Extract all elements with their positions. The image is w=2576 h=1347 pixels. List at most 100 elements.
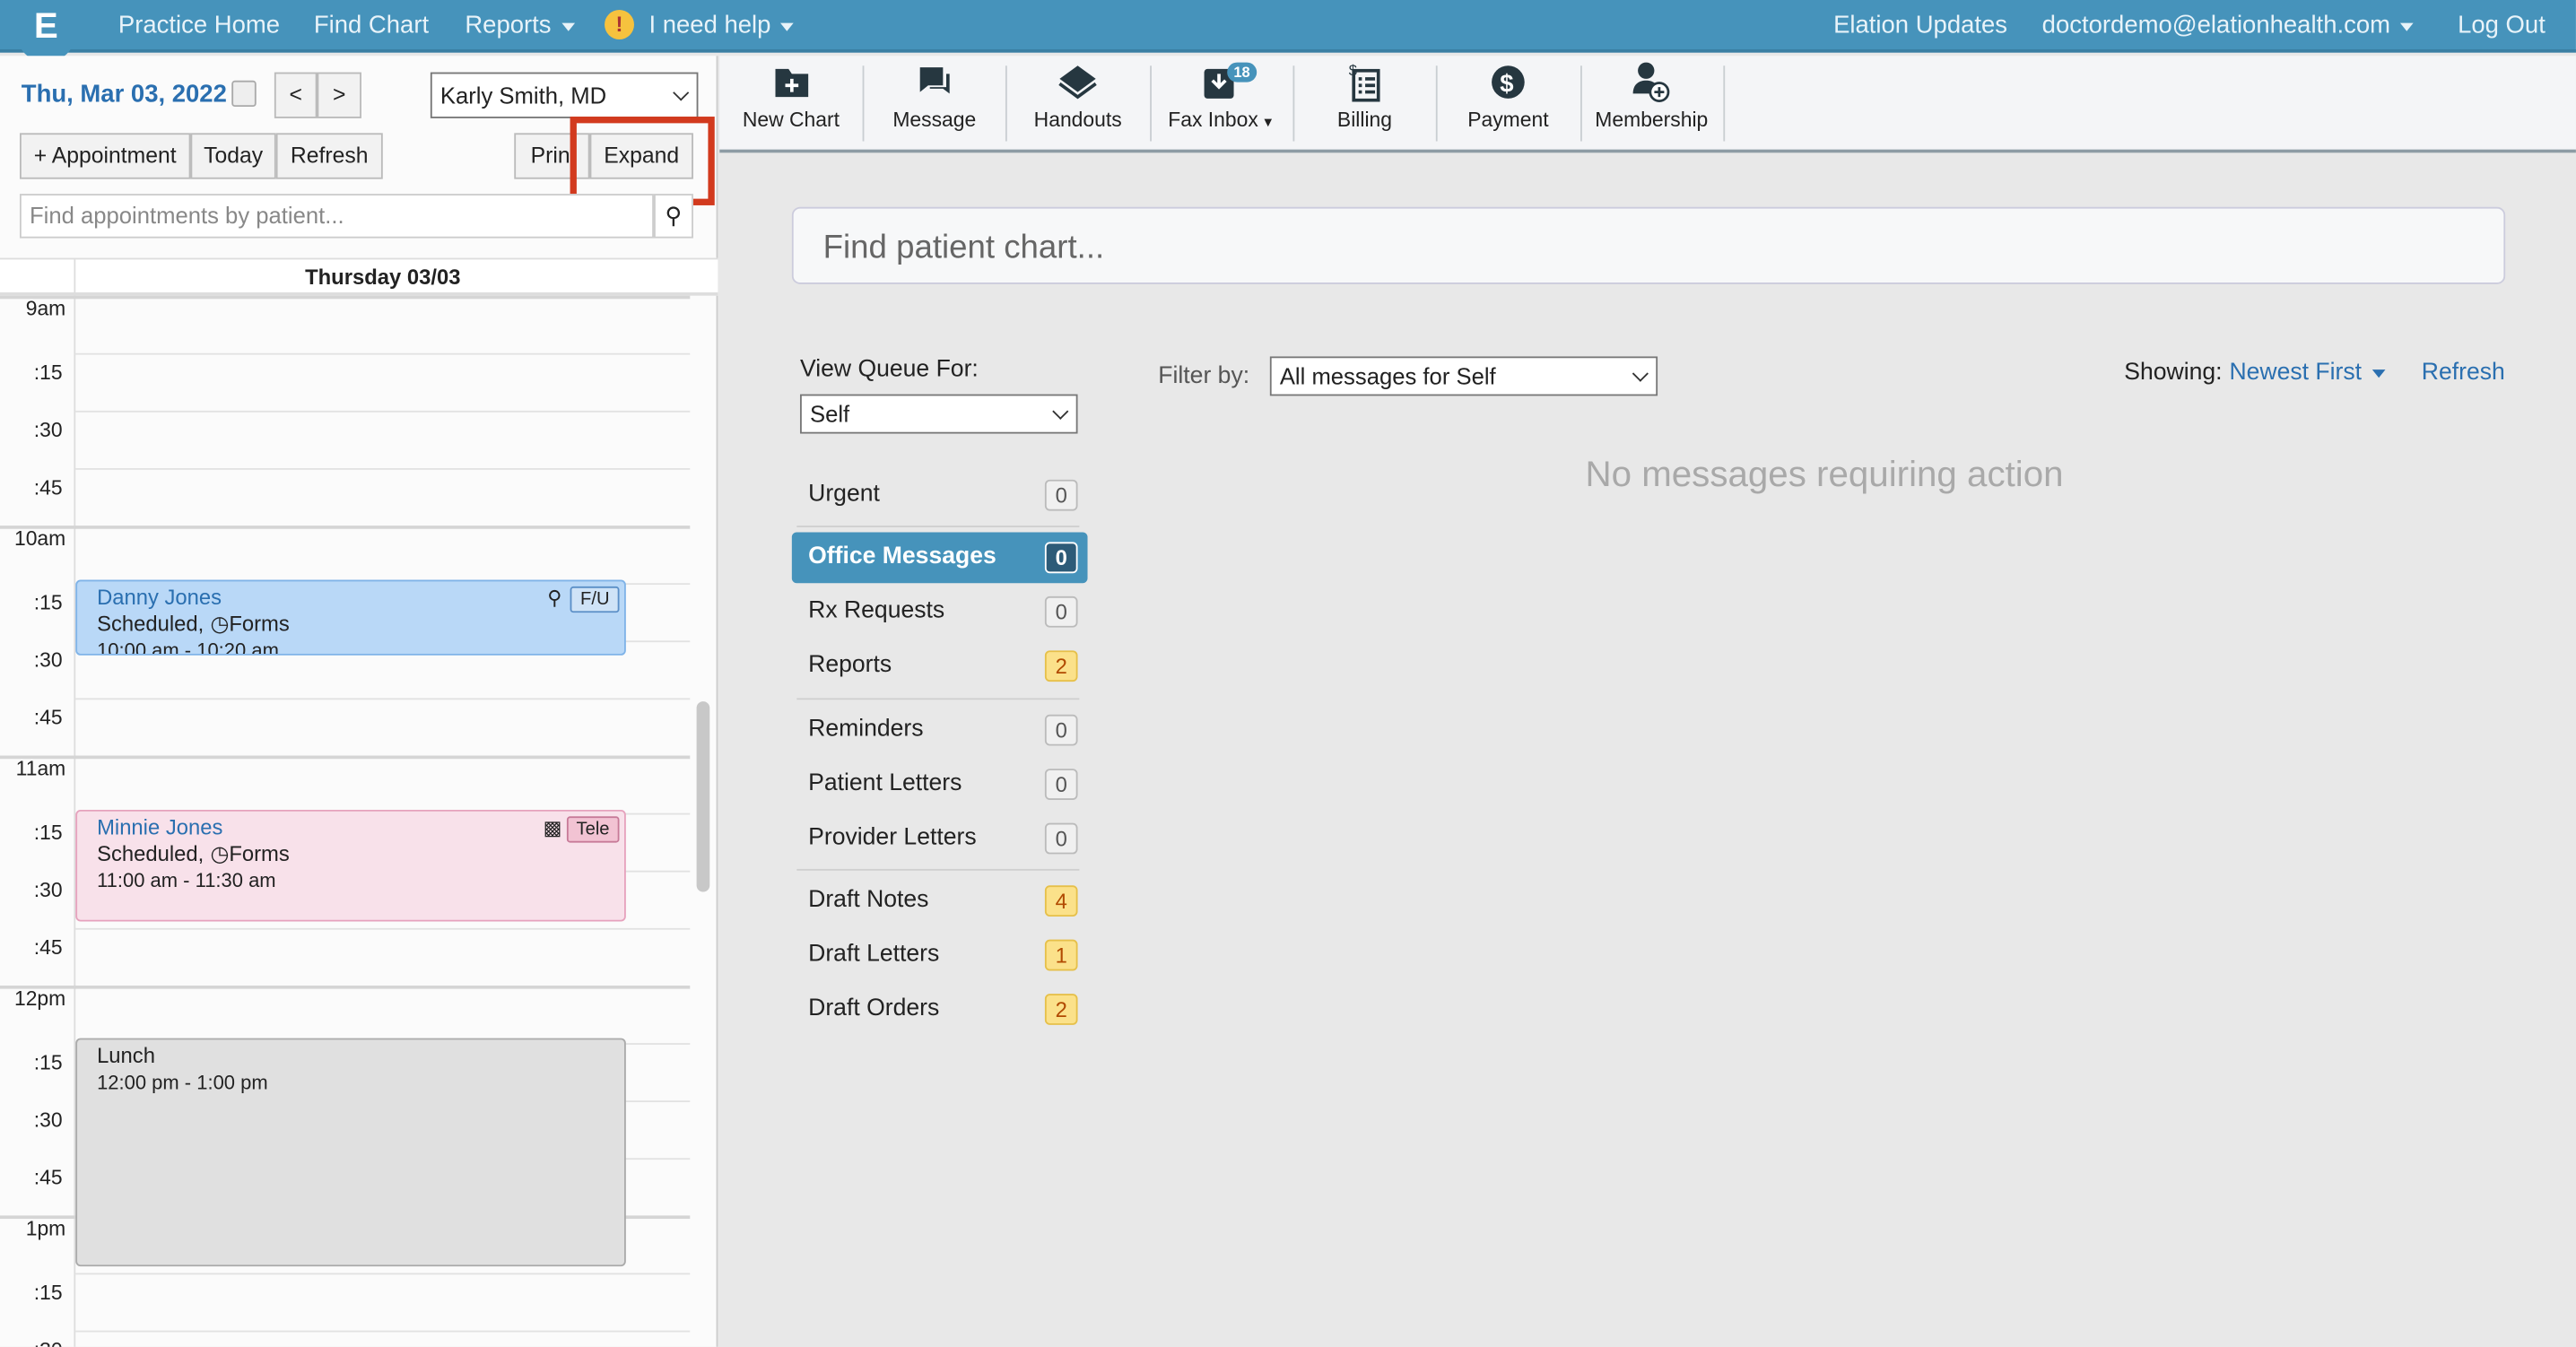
queue-item[interactable]: Draft Letters 1 bbox=[792, 932, 1088, 978]
time-label: :30 bbox=[33, 419, 63, 442]
queue-divider bbox=[796, 868, 1080, 871]
scrollbar-thumb[interactable] bbox=[696, 701, 710, 892]
nav-account[interactable]: doctordemo@elationhealth.com bbox=[2042, 12, 2414, 39]
time-label: 1pm bbox=[25, 1217, 66, 1240]
caret-down-icon bbox=[780, 22, 795, 30]
time-label: :15 bbox=[33, 821, 63, 845]
nav-help-label: I need help bbox=[648, 11, 771, 39]
clock-icon: ◷ bbox=[210, 840, 230, 866]
appointment-patient-name[interactable]: Minnie Jones bbox=[97, 814, 605, 840]
queue-divider bbox=[796, 698, 1080, 700]
time-slot-line bbox=[0, 295, 691, 300]
add-appointment-button[interactable]: + Appointment bbox=[19, 133, 191, 179]
appointment-card[interactable]: Lunch 12:00 pm - 1:00 pm bbox=[75, 1038, 626, 1267]
fax-inbox-icon bbox=[1150, 56, 1292, 109]
queue-item[interactable]: Patient Letters 0 bbox=[792, 760, 1088, 806]
membership-button[interactable]: Membership bbox=[1580, 56, 1723, 141]
time-slot-line bbox=[75, 1273, 691, 1275]
nav-reports-label: Reports bbox=[465, 11, 552, 39]
message-button[interactable]: Message bbox=[863, 56, 1005, 141]
queue-item[interactable]: Reports 2 bbox=[792, 642, 1088, 688]
calendar-icon[interactable] bbox=[231, 80, 257, 108]
nav-help[interactable]: I need help bbox=[648, 11, 795, 39]
time-label: :30 bbox=[0, 1339, 63, 1347]
nav-updates[interactable]: Elation Updates bbox=[1833, 12, 2007, 39]
time-grid: 9am:15:30:45 10am:15:30:45 11am:15:30:45 12… bbox=[0, 295, 718, 1347]
queue-item[interactable]: Reminders 0 bbox=[792, 707, 1088, 752]
appointment-patient-name: Lunch bbox=[97, 1043, 155, 1068]
main-toolbar: New Chart Message Handouts Fax Inbox ▼ 18 $ Bil… bbox=[719, 56, 2576, 153]
queue-count-badge: 0 bbox=[1044, 822, 1078, 855]
time-label: :15 bbox=[33, 361, 63, 385]
time-label: :45 bbox=[33, 1166, 63, 1190]
user-plus-icon bbox=[1580, 56, 1723, 109]
appointment-search-input[interactable]: Find appointments by patient... bbox=[19, 194, 654, 239]
caret-down-icon bbox=[2399, 22, 2414, 30]
caret-down-icon bbox=[2371, 369, 2385, 378]
payment-button[interactable]: $ Payment bbox=[1437, 56, 1580, 141]
appointment-card[interactable]: Danny Jones Scheduled, ◷Forms 10:00 am - 10… bbox=[75, 579, 626, 656]
appointment-card[interactable]: Minnie Jones Scheduled, ◷Forms 11:00 am - 1… bbox=[75, 809, 626, 922]
queue-item[interactable]: Office Messages 0 bbox=[791, 532, 1088, 584]
chat-bubbles-icon bbox=[863, 56, 1005, 109]
next-day-button[interactable]: > bbox=[317, 72, 361, 118]
patient-chart-search-input[interactable]: Find patient chart... bbox=[791, 206, 2506, 284]
dollar-circle-icon: $ bbox=[1437, 56, 1580, 109]
prev-day-button[interactable]: < bbox=[274, 72, 318, 118]
time-slot-line bbox=[75, 927, 691, 930]
time-label: 9am bbox=[25, 297, 66, 321]
membership-label: Membership bbox=[1580, 109, 1723, 132]
time-label: :30 bbox=[33, 878, 63, 902]
queue-item[interactable]: Draft Orders 2 bbox=[792, 986, 1088, 1031]
provider-select[interactable]: Karly Smith, MD bbox=[430, 72, 699, 118]
map-pin-icon: ⚲ bbox=[547, 586, 562, 610]
time-label: :15 bbox=[33, 1281, 63, 1305]
messages-refresh-link[interactable]: Refresh bbox=[2422, 360, 2505, 386]
handouts-button[interactable]: Handouts bbox=[1006, 56, 1149, 141]
nav-practice-home[interactable]: Practice Home bbox=[118, 12, 280, 39]
toolbar-label: New Chart bbox=[742, 108, 840, 132]
queue-count-badge: 0 bbox=[1044, 479, 1078, 511]
appointment-time: 12:00 pm - 1:00 pm bbox=[97, 1071, 268, 1094]
queue-value: Self bbox=[809, 400, 850, 428]
nav-reports[interactable]: Reports bbox=[465, 11, 575, 39]
payment-label: Payment bbox=[1437, 109, 1580, 132]
fax-count-badge: 18 bbox=[1227, 62, 1258, 83]
fax-inbox-button[interactable]: Fax Inbox ▼ 18 bbox=[1150, 56, 1292, 141]
toolbar-label: Payment bbox=[1467, 108, 1549, 132]
toolbar-label: Message bbox=[892, 108, 977, 132]
elation-logo[interactable]: E bbox=[16, 0, 76, 63]
nav-find-chart[interactable]: Find Chart bbox=[314, 12, 429, 39]
billing-button[interactable]: $ Billing bbox=[1293, 56, 1436, 141]
video-camera-icon: ▩ bbox=[543, 816, 562, 839]
queue-item[interactable]: Urgent 0 bbox=[792, 472, 1088, 517]
time-slot-line bbox=[0, 526, 691, 529]
appointment-patient-name[interactable]: Danny Jones bbox=[97, 585, 605, 611]
empty-state-message: No messages requiring action bbox=[1585, 453, 2064, 495]
svg-text:$: $ bbox=[1500, 70, 1513, 98]
queue-item[interactable]: Provider Letters 0 bbox=[792, 814, 1088, 860]
schedule-date[interactable]: Thu, Mar 03, 2022 bbox=[22, 81, 227, 109]
new-chart-label: New Chart bbox=[719, 109, 862, 132]
time-slot-line bbox=[75, 1330, 691, 1333]
new-chart-button[interactable]: New Chart bbox=[719, 56, 862, 141]
queue-item-label: Draft Letters bbox=[808, 941, 940, 968]
filter-label: Filter by: bbox=[1158, 362, 1250, 390]
time-slot-line bbox=[75, 352, 691, 355]
refresh-button[interactable]: Refresh bbox=[275, 133, 383, 179]
today-button[interactable]: Today bbox=[190, 133, 276, 179]
nav-logout[interactable]: Log Out bbox=[2458, 12, 2546, 39]
search-icon[interactable]: ⚲ bbox=[653, 194, 693, 239]
queue-select[interactable]: Self bbox=[799, 394, 1078, 434]
queue-item-label: Urgent bbox=[808, 481, 880, 508]
filter-select[interactable]: All messages for Self bbox=[1269, 356, 1658, 396]
time-label: :45 bbox=[33, 706, 63, 730]
toolbar-label: Handouts bbox=[1033, 108, 1122, 132]
queue-item[interactable]: Draft Notes 4 bbox=[792, 877, 1088, 923]
queue-item-label: Reminders bbox=[808, 716, 924, 743]
showing-label: Showing: bbox=[2124, 360, 2223, 387]
time-slot-line bbox=[0, 985, 691, 989]
sort-dropdown[interactable]: Newest First bbox=[2229, 360, 2385, 386]
queue-item[interactable]: Rx Requests 0 bbox=[792, 588, 1088, 634]
queue-label: View Queue For: bbox=[799, 356, 979, 383]
